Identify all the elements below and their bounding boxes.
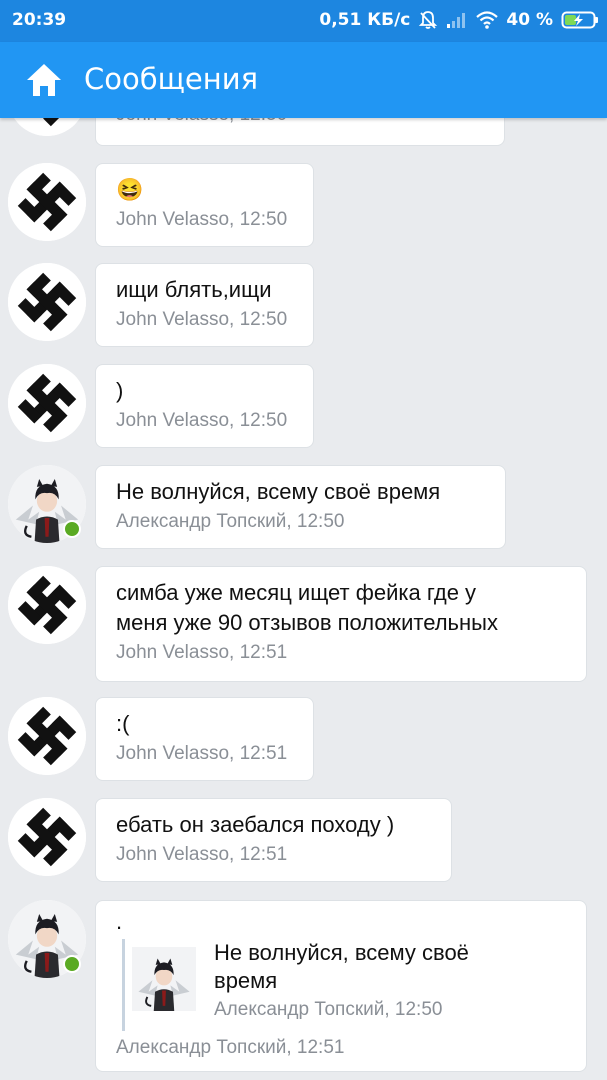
avatar[interactable] xyxy=(8,364,86,442)
message-text: . xyxy=(116,909,123,934)
message-text: ебать он заебался походу ) xyxy=(116,812,395,837)
avatar[interactable] xyxy=(8,263,86,341)
message-meta: John Velasso, 12:50 xyxy=(116,309,288,330)
avatar[interactable] xyxy=(8,118,86,136)
message-list[interactable]: John Velasso, 12:50 😆 John Velasso, 12:5… xyxy=(0,118,607,1080)
page-title: Сообщения xyxy=(84,62,259,96)
message-bubble[interactable]: John Velasso, 12:50 xyxy=(95,118,505,146)
quote-bar xyxy=(122,939,125,1031)
message-meta: John Velasso, 12:50 xyxy=(116,410,288,431)
quote-text: Не волнуйся, всему своё время xyxy=(214,940,469,993)
quoted-message[interactable]: Не волнуйся, всему своё время Александр … xyxy=(116,939,566,1031)
message-meta: Александр Топский, 12:50 xyxy=(116,511,345,532)
message-bubble[interactable]: ебать он заебался походу ) John Velasso,… xyxy=(95,798,452,882)
message-bubble[interactable]: 😆 John Velasso, 12:50 xyxy=(95,163,314,247)
message-meta: John Velasso, 12:51 xyxy=(116,743,288,764)
network-speed: 0,51 КБ/с xyxy=(319,10,411,30)
message-bubble[interactable]: ищи блять,ищи John Velasso, 12:50 xyxy=(95,263,314,347)
message-text: :( xyxy=(116,711,130,736)
avatar[interactable] xyxy=(8,163,86,241)
message-meta: John Velasso, 12:50 xyxy=(116,118,484,128)
bell-off-icon xyxy=(419,11,438,29)
message-text: ищи блять,ищи xyxy=(116,277,272,302)
app-bar: Сообщения xyxy=(0,42,607,118)
avatar[interactable] xyxy=(8,566,86,644)
message-bubble[interactable]: ) John Velasso, 12:50 xyxy=(95,364,314,448)
status-time: 20:39 xyxy=(12,10,67,30)
message-bubble[interactable]: Не волнуйся, всему своё время Александр … xyxy=(95,465,506,549)
message-meta: Александр Топский, 12:51 xyxy=(116,1037,345,1058)
message-text: 😆 xyxy=(116,177,144,202)
quote-avatar xyxy=(132,947,196,1011)
message-meta: John Velasso, 12:50 xyxy=(116,209,288,230)
wifi-icon xyxy=(476,11,499,29)
battery-percent: 40 % xyxy=(506,10,553,30)
signal-icon xyxy=(447,13,466,28)
battery-charging-icon xyxy=(561,11,598,29)
status-bar: 20:39 0,51 КБ/с 40 % xyxy=(0,0,607,42)
status-right: 0,51 КБ/с 40 % xyxy=(319,10,599,30)
online-indicator xyxy=(63,955,81,973)
quote-body: Не волнуйся, всему своё время Александр … xyxy=(214,939,494,1023)
message-bubble[interactable]: :( John Velasso, 12:51 xyxy=(95,697,314,781)
message-text: Не волнуйся, всему своё время xyxy=(116,479,441,504)
avatar[interactable] xyxy=(8,697,86,775)
message-bubble[interactable]: . Не волнуйся, всему своё время Александ… xyxy=(95,900,587,1072)
quote-meta: Александр Топский, 12:50 xyxy=(214,999,443,1020)
message-text: симба уже месяц ищет фейка где у меня уж… xyxy=(116,580,498,635)
message-bubble[interactable]: симба уже месяц ищет фейка где у меня уж… xyxy=(95,566,587,682)
message-meta: John Velasso, 12:51 xyxy=(116,844,288,865)
online-indicator xyxy=(63,520,81,538)
message-meta: John Velasso, 12:51 xyxy=(116,642,288,663)
message-text: ) xyxy=(116,378,124,403)
home-icon[interactable] xyxy=(24,60,64,100)
avatar[interactable] xyxy=(8,798,86,876)
